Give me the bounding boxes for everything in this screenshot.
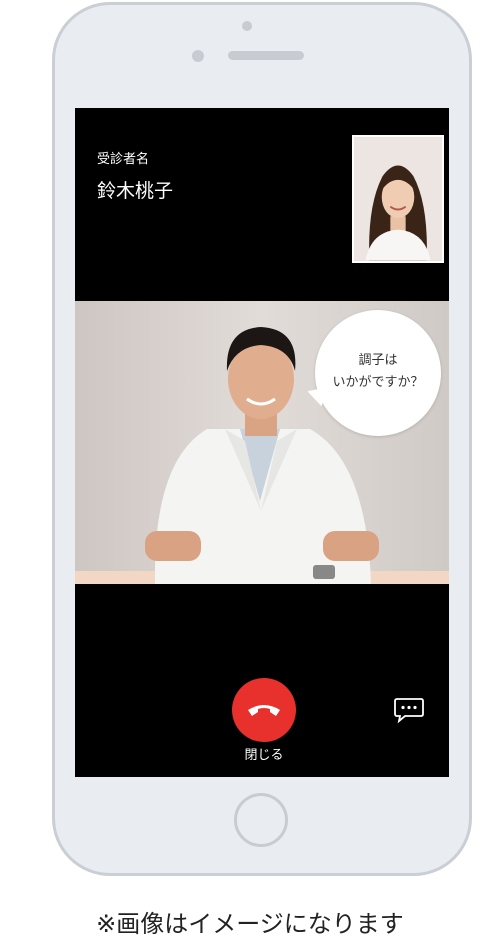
self-video-thumbnail[interactable] xyxy=(352,135,444,263)
home-button[interactable] xyxy=(234,793,288,847)
speech-bubble: 調子は いかがですか？ xyxy=(304,310,441,436)
end-call-label: 閉じる xyxy=(244,748,284,763)
phone-hangup-icon xyxy=(248,705,280,716)
front-camera xyxy=(192,50,204,62)
earpiece-speaker xyxy=(228,51,304,60)
chat-button[interactable] xyxy=(393,696,425,724)
video-call-screen: 受診者名 鈴木桃子 調子は いかがですか？ 閉じる xyxy=(75,108,449,777)
end-call-button[interactable] xyxy=(232,678,296,742)
patient-label: 受診者名 xyxy=(97,152,150,167)
top-sensor xyxy=(242,21,252,31)
chat-bubble-icon xyxy=(394,698,424,724)
phone-frame: 受診者名 鈴木桃子 調子は いかがですか？ 閉じる xyxy=(52,2,472,876)
patient-name: 鈴木桃子 xyxy=(97,180,174,202)
image-disclaimer: ※画像はイメージになります xyxy=(96,910,404,938)
speech-bubble-text: 調子は いかがですか？ xyxy=(332,353,424,390)
patient-photo xyxy=(354,137,442,261)
